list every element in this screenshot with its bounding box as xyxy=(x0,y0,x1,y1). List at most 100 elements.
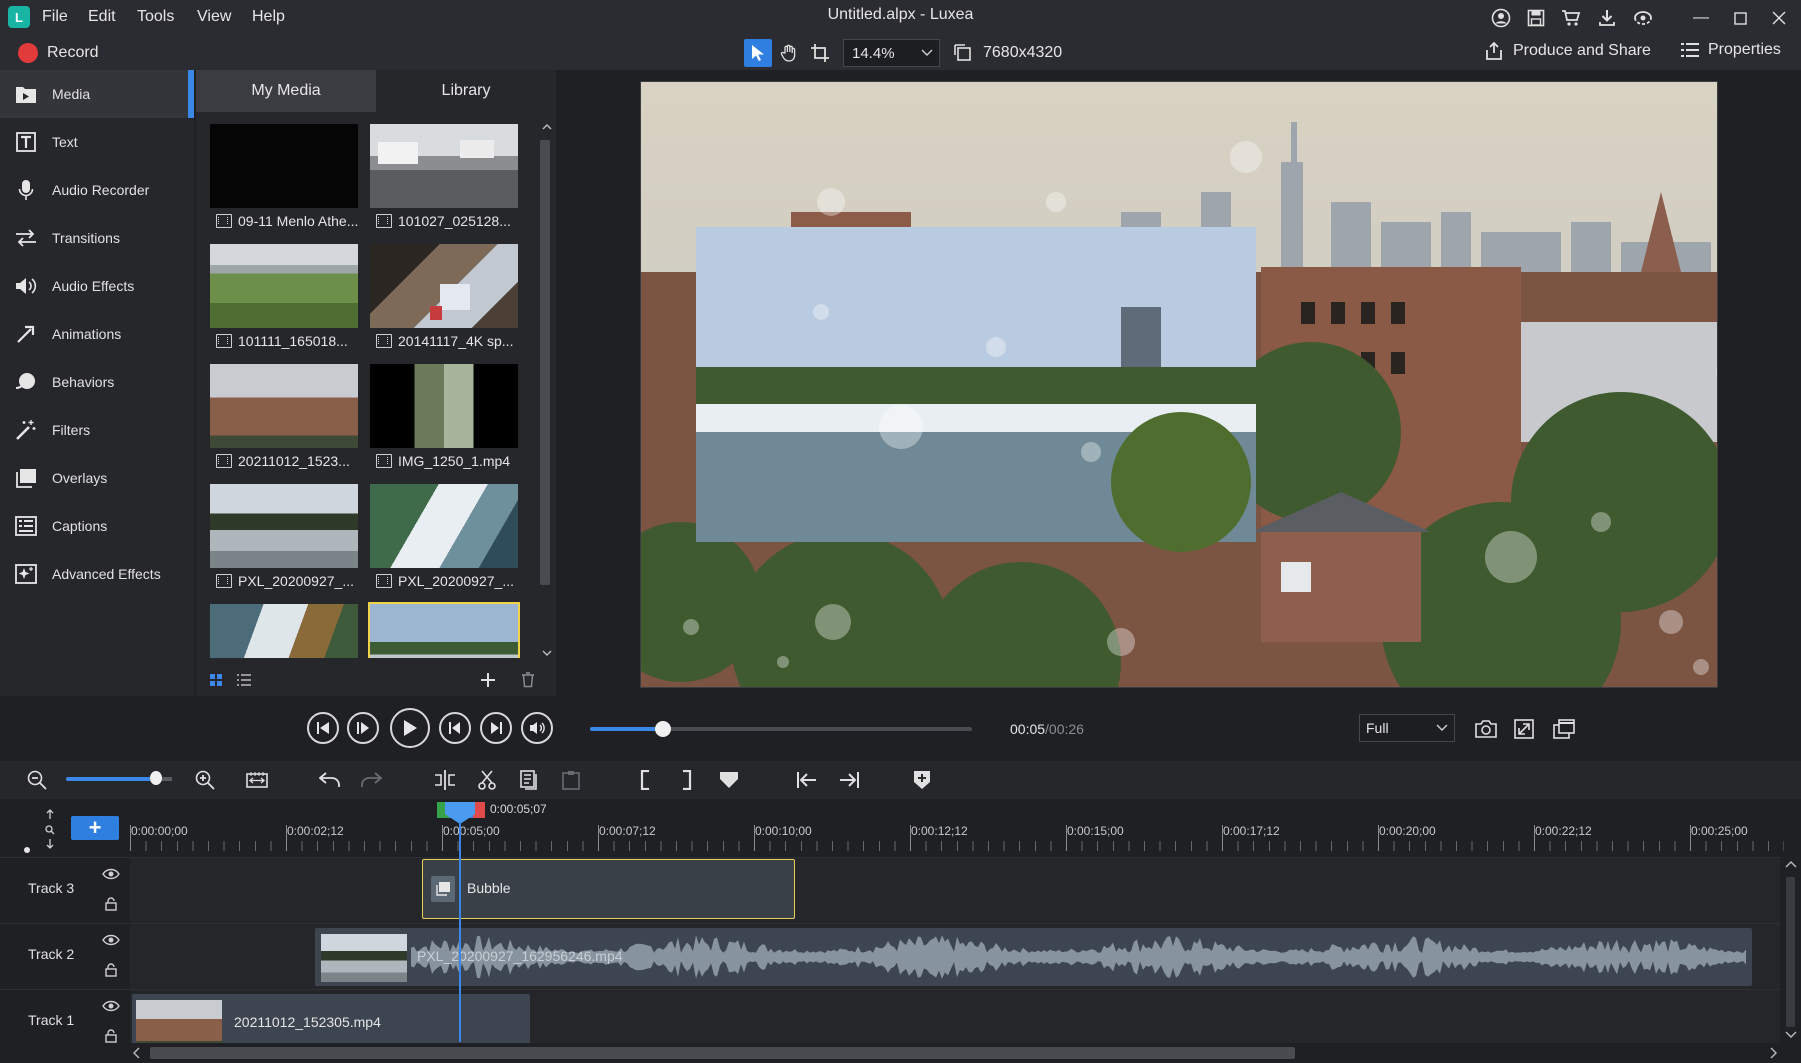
split-icon[interactable] xyxy=(430,766,460,794)
produce-and-share-button[interactable]: Produce and Share xyxy=(1484,41,1651,61)
menu-edit[interactable]: Edit xyxy=(88,8,116,26)
minimize-icon[interactable]: — xyxy=(1688,6,1714,30)
add-track-button[interactable]: + xyxy=(71,815,119,840)
sidebar-item-audio-recorder[interactable]: Audio Recorder xyxy=(0,166,194,214)
playhead-line[interactable] xyxy=(459,822,461,1042)
download-icon[interactable] xyxy=(1594,6,1620,30)
media-item[interactable] xyxy=(210,604,358,658)
mark-out-icon[interactable] xyxy=(672,766,702,794)
quality-select[interactable]: Full xyxy=(1359,714,1455,742)
lock-icon[interactable] xyxy=(103,1028,119,1044)
go-to-end-icon[interactable] xyxy=(834,766,864,794)
list-view-icon[interactable] xyxy=(236,672,252,688)
record-button[interactable]: Record xyxy=(18,41,99,65)
feedback-icon[interactable] xyxy=(1630,6,1656,30)
play-frame-icon[interactable] xyxy=(347,712,379,744)
fit-timeline-icon[interactable] xyxy=(242,766,272,794)
play-icon[interactable] xyxy=(390,708,430,748)
next-icon[interactable] xyxy=(480,712,512,744)
eye-icon[interactable] xyxy=(101,866,121,882)
eye-icon[interactable] xyxy=(101,932,121,948)
playhead-handle[interactable] xyxy=(445,802,475,824)
zoom-out-icon[interactable] xyxy=(22,766,52,794)
menu-help[interactable]: Help xyxy=(252,8,285,26)
properties-button[interactable]: Properties xyxy=(1681,41,1781,59)
sidebar-item-filters[interactable]: Filters xyxy=(0,406,194,454)
media-item[interactable]: PXL_20200927_... xyxy=(370,484,518,596)
ruler-label: 0:00:07;12 xyxy=(599,824,656,838)
resolution-icon[interactable] xyxy=(949,39,977,67)
go-to-start-icon[interactable] xyxy=(792,766,822,794)
main-toolbar: Record 14.4% 7680x4320 Produce and Share… xyxy=(0,36,1801,70)
media-item[interactable]: 101027_025128... xyxy=(370,124,518,236)
cart-icon[interactable] xyxy=(1558,6,1584,30)
media-item[interactable]: IMG_1250_1.mp4 xyxy=(370,364,518,476)
media-item[interactable]: 20211012_1523... xyxy=(210,364,358,476)
timeline-vertical-scrollbar[interactable] xyxy=(1780,857,1801,1047)
preview-canvas[interactable] xyxy=(640,81,1718,688)
paste-icon[interactable] xyxy=(556,766,586,794)
media-item-selected[interactable] xyxy=(368,602,520,658)
tab-my-media[interactable]: My Media xyxy=(196,70,376,112)
sidebar-item-advanced-effects[interactable]: Advanced Effects xyxy=(0,550,194,598)
timeline-zoom-knob[interactable] xyxy=(150,771,162,785)
sidebar-item-media[interactable]: Media xyxy=(0,70,194,118)
add-media-icon[interactable] xyxy=(478,670,498,690)
zoom-select[interactable]: 14.4% xyxy=(843,39,940,67)
timeline-ruler[interactable]: + 0:00:00;00 0:00:02;12 0:00:05;00 0:00:… xyxy=(0,799,1801,857)
crop-tool-icon[interactable] xyxy=(806,39,834,67)
media-item[interactable]: 09-11 Menlo Athe... xyxy=(210,124,358,236)
step-back-icon[interactable] xyxy=(307,712,339,744)
fullscreen-icon[interactable] xyxy=(1509,714,1539,744)
playback-bar: 00:05/00:26 Full xyxy=(0,697,1801,761)
delete-icon[interactable] xyxy=(518,670,538,690)
track-height-icon[interactable] xyxy=(42,809,58,849)
detach-preview-icon[interactable] xyxy=(1549,714,1579,744)
timeline-clip-video[interactable]: PXL_20200927_162956246.mp4 xyxy=(315,928,1752,986)
menu-view[interactable]: View xyxy=(197,8,231,26)
sidebar-item-animations[interactable]: Animations xyxy=(0,310,194,358)
track-lane[interactable]: Bubble xyxy=(130,858,1780,924)
account-icon[interactable] xyxy=(1488,6,1514,30)
add-marker-icon[interactable] xyxy=(907,766,937,794)
media-item[interactable]: 20141117_4K sp... xyxy=(370,244,518,356)
undo-icon[interactable] xyxy=(315,766,345,794)
grid-view-icon[interactable] xyxy=(208,672,224,688)
redo-icon[interactable] xyxy=(356,766,386,794)
sidebar-item-label: Transitions xyxy=(52,230,120,246)
hand-tool-icon[interactable] xyxy=(775,39,803,67)
timeline-clip-bubble[interactable]: Bubble xyxy=(422,859,795,919)
mark-in-icon[interactable] xyxy=(630,766,660,794)
sidebar-item-overlays[interactable]: Overlays xyxy=(0,454,194,502)
maximize-icon[interactable] xyxy=(1727,6,1753,30)
snapshot-icon[interactable] xyxy=(1471,714,1501,744)
lock-icon[interactable] xyxy=(103,962,119,978)
timeline-scroll-thumb[interactable] xyxy=(150,1047,1295,1059)
sidebar-item-transitions[interactable]: Transitions xyxy=(0,214,194,262)
marker-icon[interactable] xyxy=(714,766,744,794)
lock-icon[interactable] xyxy=(103,896,119,912)
media-item-label: IMG_1250_1.mp4 xyxy=(398,453,511,469)
track-lane[interactable]: PXL_20200927_162956246.mp4 xyxy=(130,924,1780,990)
select-tool-icon[interactable] xyxy=(744,39,772,67)
previous-icon[interactable] xyxy=(439,712,471,744)
sidebar-item-audio-effects[interactable]: Audio Effects xyxy=(0,262,194,310)
sidebar-item-text[interactable]: Text xyxy=(0,118,194,166)
sidebar-item-behaviors[interactable]: Behaviors xyxy=(0,358,194,406)
volume-icon[interactable] xyxy=(521,712,553,744)
save-icon[interactable] xyxy=(1523,6,1549,30)
media-scroll-thumb[interactable] xyxy=(540,140,550,585)
menu-tools[interactable]: Tools xyxy=(137,8,174,26)
media-item[interactable]: PXL_20200927_... xyxy=(210,484,358,596)
tab-library[interactable]: Library xyxy=(376,70,556,112)
eye-icon[interactable] xyxy=(101,998,121,1014)
sidebar-item-captions[interactable]: Captions xyxy=(0,502,194,550)
copy-icon[interactable] xyxy=(514,766,544,794)
media-item[interactable]: 101111_165018... xyxy=(210,244,358,356)
close-icon[interactable] xyxy=(1766,6,1792,30)
zoom-in-icon[interactable] xyxy=(190,766,220,794)
menu-file[interactable]: File xyxy=(42,8,68,26)
progress-knob[interactable] xyxy=(654,721,671,737)
cut-icon[interactable] xyxy=(472,766,502,794)
film-icon xyxy=(376,334,392,348)
